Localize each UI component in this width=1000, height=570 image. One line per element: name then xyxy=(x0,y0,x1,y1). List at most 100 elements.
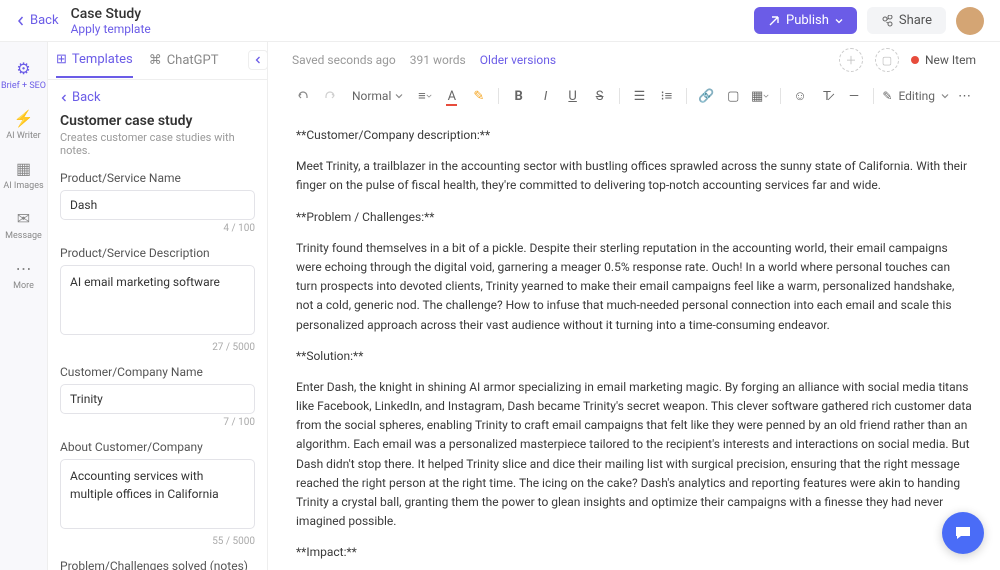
image-button[interactable]: ▢ xyxy=(722,83,745,109)
bolt-icon: ⚡ xyxy=(14,109,34,128)
divider-button[interactable]: — xyxy=(843,83,866,109)
chevron-left-icon xyxy=(254,56,262,64)
chat-fab-button[interactable] xyxy=(942,512,984,554)
tab-chatgpt[interactable]: ⌘ ChatGPT xyxy=(149,44,219,77)
field-about-customer: About Customer/Company Accounting servic… xyxy=(60,440,255,547)
more-icon: ⋯ xyxy=(16,259,32,278)
bold-button[interactable]: B xyxy=(507,83,530,109)
italic-button[interactable]: I xyxy=(534,83,557,109)
field-problem: Problem/Challenges solved (notes) Email … xyxy=(60,559,255,570)
tab-templates[interactable]: ⊞ Templates xyxy=(56,43,133,78)
paragraph: Meet Trinity, a trailblazer in the accou… xyxy=(296,157,972,195)
char-count: 4 / 100 xyxy=(60,223,255,234)
redo-icon xyxy=(323,89,337,103)
gear-icon: ⚙ xyxy=(16,59,30,78)
nav-label: AI Writer xyxy=(6,131,40,141)
more-options-button[interactable]: ⋯ xyxy=(953,83,976,109)
nav-label: Brief + SEO xyxy=(1,81,46,91)
clear-format-button[interactable]: T̷ xyxy=(816,83,839,109)
chevron-down-icon xyxy=(395,92,403,100)
field-label: Product/Service Name xyxy=(60,171,255,185)
field-customer-name: Customer/Company Name 7 / 100 xyxy=(60,365,255,428)
customer-name-input[interactable] xyxy=(60,384,255,414)
product-name-input[interactable] xyxy=(60,190,255,220)
image-icon: ▦ xyxy=(16,159,31,178)
about-customer-input[interactable]: Accounting services with multiple office… xyxy=(60,459,255,529)
new-item-indicator[interactable]: New Item xyxy=(911,53,976,67)
nav-message[interactable]: ✉ Message xyxy=(0,200,48,250)
redo-button[interactable] xyxy=(319,83,342,109)
back-label: Back xyxy=(30,13,59,28)
format-select[interactable]: Normal xyxy=(346,89,409,103)
older-versions-link[interactable]: Older versions xyxy=(480,53,556,67)
add-image-button[interactable]: ▢ xyxy=(875,48,899,72)
chevron-left-icon xyxy=(16,16,26,26)
numbered-list-button[interactable]: ⁝≡ xyxy=(655,83,678,109)
add-collaborator-button[interactable]: ＋ xyxy=(839,48,863,72)
strikethrough-button[interactable]: S xyxy=(588,83,611,109)
heading: **Customer/Company description:** xyxy=(296,126,972,145)
field-product-desc: Product/Service Description AI email mar… xyxy=(60,246,255,353)
publish-button[interactable]: Publish xyxy=(754,7,857,34)
message-icon: ✉ xyxy=(17,209,30,228)
saved-status: Saved seconds ago xyxy=(292,53,396,67)
nav-label: AI Images xyxy=(3,181,43,191)
field-label: Product/Service Description xyxy=(60,246,255,260)
chat-icon xyxy=(953,523,973,543)
chevron-down-icon xyxy=(835,17,843,25)
nav-ai-images[interactable]: ▦ AI Images xyxy=(0,150,48,200)
field-product-name: Product/Service Name 4 / 100 xyxy=(60,171,255,234)
collapse-panel-button[interactable] xyxy=(248,50,268,70)
nav-ai-writer[interactable]: ⚡ AI Writer xyxy=(0,100,48,150)
share-button[interactable]: Share xyxy=(867,7,946,34)
heading: **Impact:** xyxy=(296,543,972,562)
editing-mode-select[interactable]: ✎ Editing xyxy=(882,89,949,103)
top-right-actions: Publish Share xyxy=(754,7,984,35)
field-label: About Customer/Company xyxy=(60,440,255,454)
editor-toolbar: Normal ≡ A ✎ B I U S ☰ ⁝≡ 🔗 ▢ ▦ ☺ T̷ — ✎ xyxy=(268,78,1000,114)
top-bar: Back Case Study Apply template Publish S… xyxy=(0,0,1000,42)
paragraph: Trinity found themselves in a bit of a p… xyxy=(296,239,972,335)
apply-template-link[interactable]: Apply template xyxy=(71,22,151,36)
field-label: Customer/Company Name xyxy=(60,365,255,379)
editor-content[interactable]: **Customer/Company description:** Meet T… xyxy=(268,114,1000,570)
nav-more[interactable]: ⋯ More xyxy=(0,250,48,300)
nav-label: More xyxy=(13,281,34,291)
format-label: Normal xyxy=(352,89,391,103)
chevron-down-icon xyxy=(941,92,949,100)
bullet-list-button[interactable]: ☰ xyxy=(628,83,651,109)
chevron-down-icon xyxy=(763,93,769,99)
panel-tabs: ⊞ Templates ⌘ ChatGPT xyxy=(48,42,267,80)
avatar[interactable] xyxy=(956,7,984,35)
emoji-button[interactable]: ☺ xyxy=(789,83,812,109)
table-button[interactable]: ▦ xyxy=(749,83,772,109)
undo-button[interactable] xyxy=(292,83,315,109)
chevron-down-icon xyxy=(426,93,432,99)
nav-brief-seo[interactable]: ⚙ Brief + SEO xyxy=(0,50,48,100)
publish-icon xyxy=(768,15,780,27)
char-count: 7 / 100 xyxy=(60,417,255,428)
template-description: Creates customer case studies with notes… xyxy=(60,131,255,157)
field-label: Problem/Challenges solved (notes) xyxy=(60,559,255,570)
link-button[interactable]: 🔗 xyxy=(695,83,718,109)
chevron-left-icon xyxy=(60,94,68,102)
highlight-button[interactable]: ✎ xyxy=(467,83,490,109)
title-area: Case Study Apply template xyxy=(71,6,151,36)
align-button[interactable]: ≡ xyxy=(413,83,436,109)
grid-icon: ⊞ xyxy=(56,52,67,67)
paragraph: Enter Dash, the knight in shining AI arm… xyxy=(296,378,972,532)
editing-label: Editing xyxy=(898,89,935,103)
product-desc-input[interactable]: AI email marketing software xyxy=(60,265,255,335)
undo-icon xyxy=(296,89,310,103)
content-area: Saved seconds ago 391 words Older versio… xyxy=(268,42,1000,570)
template-back-button[interactable]: Back xyxy=(60,90,255,105)
back-button[interactable]: Back xyxy=(16,13,59,28)
text-color-button[interactable]: A xyxy=(440,83,463,109)
red-dot-icon xyxy=(911,56,919,64)
tab-label: Templates xyxy=(72,52,133,67)
person-plus-icon: ＋ xyxy=(846,52,857,68)
heading: **Problem / Challenges:** xyxy=(296,208,972,227)
char-count: 27 / 5000 xyxy=(60,342,255,353)
underline-button[interactable]: U xyxy=(561,83,584,109)
publish-label: Publish xyxy=(786,13,829,28)
